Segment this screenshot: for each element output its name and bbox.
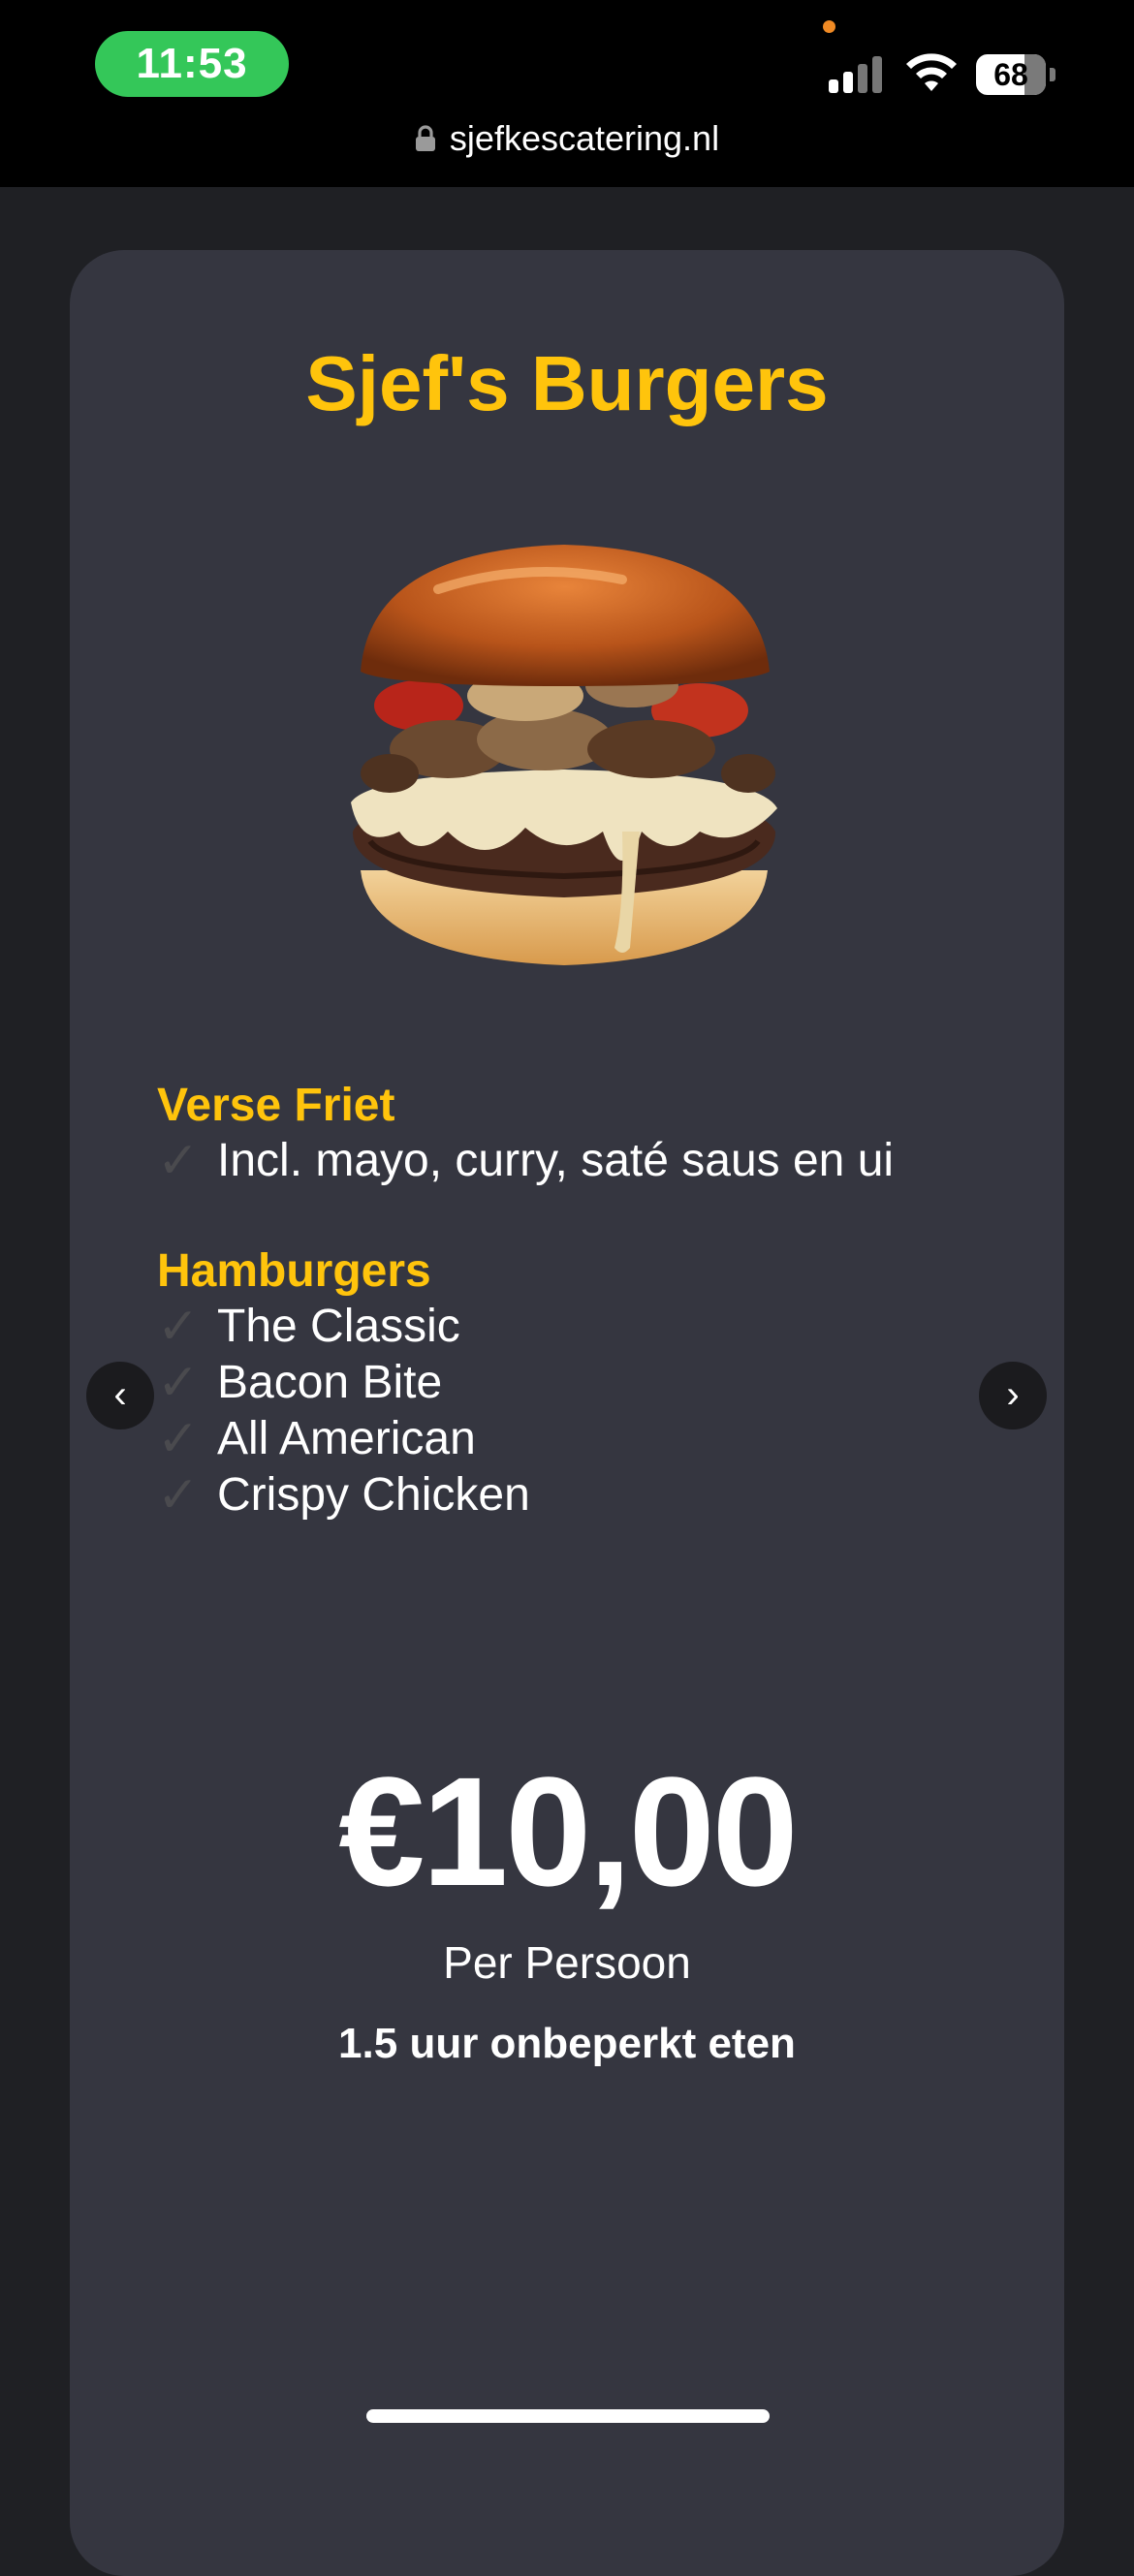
list-item: ✓ Bacon Bite bbox=[157, 1355, 530, 1411]
chevron-left-icon: ‹ bbox=[113, 1373, 127, 1416]
check-icon: ✓ bbox=[157, 1299, 200, 1355]
address-bar[interactable]: sjefkescatering.nl bbox=[0, 118, 1134, 159]
check-icon: ✓ bbox=[157, 1355, 200, 1411]
burger-image bbox=[351, 545, 777, 965]
privacy-indicator-dot bbox=[823, 20, 835, 33]
fries-section: Verse Friet ✓ Incl. mayo, curry, saté sau… bbox=[157, 1079, 894, 1189]
cellular-signal-icon bbox=[829, 56, 887, 93]
section-heading: Verse Friet bbox=[157, 1080, 395, 1131]
package-card: Sjef's Burgers Verse Friet ✓ Incl. mayo,… bbox=[70, 250, 1064, 2576]
battery-icon: 68 bbox=[976, 54, 1055, 95]
lock-icon bbox=[415, 125, 435, 151]
home-indicator[interactable] bbox=[366, 2409, 770, 2423]
list-item: ✓ Crispy Chicken bbox=[157, 1467, 530, 1524]
hamburgers-section: Hamburgers ✓ The Classic ✓ Bacon Bite ✓ All… bbox=[157, 1244, 530, 1524]
duration-text: 1.5 uur onbeperkt eten bbox=[338, 2020, 796, 2067]
price: €10,00 bbox=[338, 1744, 798, 1918]
carousel-next-button[interactable]: › bbox=[979, 1362, 1047, 1429]
package-title: Sjef's Burgers bbox=[305, 340, 829, 426]
list-item: ✓ The Classic bbox=[157, 1299, 530, 1355]
list-item: ✓ All American bbox=[157, 1411, 530, 1467]
list-item: ✓ Incl. mayo, curry, saté saus en ui bbox=[157, 1133, 894, 1189]
wifi-icon bbox=[906, 53, 957, 91]
chevron-right-icon: › bbox=[1006, 1373, 1020, 1416]
url-text: sjefkescatering.nl bbox=[449, 118, 720, 158]
check-icon: ✓ bbox=[157, 1411, 200, 1467]
battery-level: 68 bbox=[993, 57, 1028, 92]
list-item-label: Incl. mayo, curry, saté saus en ui bbox=[217, 1135, 895, 1186]
list-item-label: Bacon Bite bbox=[217, 1357, 443, 1408]
list-item-label: The Classic bbox=[217, 1301, 460, 1352]
status-time: 11:53 bbox=[95, 31, 289, 97]
carousel-prev-button[interactable]: ‹ bbox=[86, 1362, 154, 1429]
check-icon: ✓ bbox=[157, 1133, 200, 1189]
status-bar: 11:53 68 sjefkescatering.nl bbox=[0, 0, 1134, 187]
price-unit: Per Persoon bbox=[443, 1937, 691, 1988]
section-heading: Hamburgers bbox=[157, 1245, 431, 1297]
list-item-label: Crispy Chicken bbox=[217, 1469, 530, 1521]
list-item-label: All American bbox=[217, 1413, 476, 1464]
check-icon: ✓ bbox=[157, 1467, 200, 1524]
